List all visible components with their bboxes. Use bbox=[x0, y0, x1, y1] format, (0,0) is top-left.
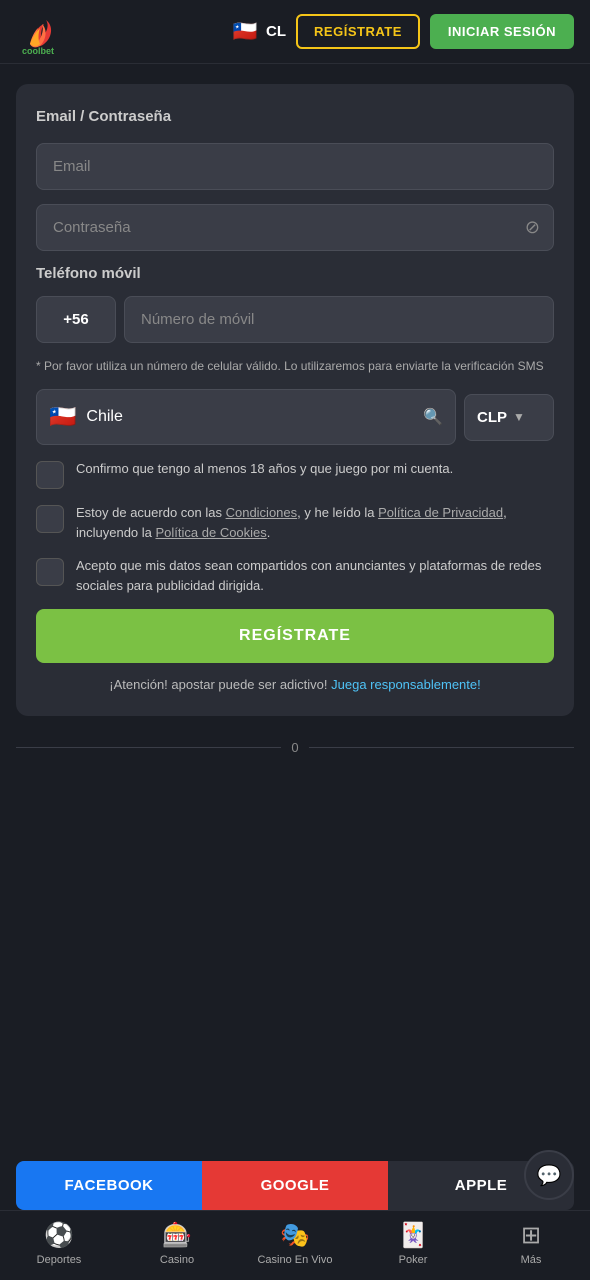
chat-icon: 💬 bbox=[537, 1163, 562, 1188]
nav-item-casino[interactable]: 🎰 Casino bbox=[118, 1221, 236, 1266]
chat-fab-button[interactable]: 💬 bbox=[524, 1150, 574, 1200]
phone-note: * Por favor utiliza un número de celular… bbox=[36, 357, 554, 375]
casino-en-vivo-label: Casino En Vivo bbox=[257, 1254, 332, 1266]
bottom-navigation: ⚽ Deportes 🎰 Casino 🎭 Casino En Vivo 🃏 P… bbox=[0, 1210, 590, 1280]
checkbox-item-data: Acepto que mis datos sean compartidos co… bbox=[36, 556, 554, 595]
currency-select[interactable]: CLP ▼ bbox=[464, 394, 554, 441]
checkbox-data[interactable] bbox=[36, 558, 64, 586]
checkbox-age[interactable] bbox=[36, 461, 64, 489]
email-section: Email / Contraseña bbox=[36, 108, 554, 129]
google-button[interactable]: GOOGLE bbox=[202, 1161, 388, 1210]
nav-item-casino-en-vivo[interactable]: 🎭 Casino En Vivo bbox=[236, 1221, 354, 1266]
facebook-button[interactable]: FACEBOOK bbox=[16, 1161, 202, 1210]
password-input[interactable] bbox=[36, 204, 554, 251]
logo-area: coolbet bbox=[16, 8, 64, 56]
coolbet-logo: coolbet bbox=[16, 8, 64, 56]
header-right: 🇨🇱 CL REGÍSTRATE INICIAR SESIÓN bbox=[230, 14, 574, 49]
checkbox-terms-label: Estoy de acuerdo con las Condiciones, y … bbox=[76, 503, 554, 542]
register-button[interactable]: REGÍSTRATE bbox=[36, 609, 554, 663]
header: coolbet 🇨🇱 CL REGÍSTRATE INICIAR SESIÓN bbox=[0, 0, 590, 64]
toggle-password-icon[interactable]: ⊘ bbox=[525, 217, 540, 238]
phone-section-label: Teléfono móvil bbox=[36, 265, 554, 282]
deportes-icon: ⚽ bbox=[44, 1221, 74, 1250]
casino-label: Casino bbox=[160, 1254, 194, 1266]
phone-row: +56 bbox=[36, 296, 554, 343]
poker-label: Poker bbox=[399, 1254, 428, 1266]
warning-static-text: ¡Atención! apostar puede ser adictivo! bbox=[109, 677, 331, 692]
nav-item-mas[interactable]: ⊞ Más bbox=[472, 1221, 590, 1266]
mas-label: Más bbox=[521, 1254, 542, 1266]
registration-form-card: Email / Contraseña ⊘ Teléfono móvil +56 … bbox=[16, 84, 574, 716]
header-register-button[interactable]: REGÍSTRATE bbox=[296, 14, 420, 49]
email-section-label: Email / Contraseña bbox=[36, 108, 554, 125]
checkbox-age-label: Confirmo que tengo al menos 18 años y qu… bbox=[76, 459, 453, 479]
checkbox-group: Confirmo que tengo al menos 18 años y qu… bbox=[36, 459, 554, 595]
phone-number-input[interactable] bbox=[124, 296, 554, 343]
email-input[interactable] bbox=[36, 143, 554, 190]
nav-item-deportes[interactable]: ⚽ Deportes bbox=[0, 1221, 118, 1266]
country-flag-emoji: 🇨🇱 bbox=[49, 404, 76, 430]
responsible-gambling-link[interactable]: Juega responsablemente! bbox=[331, 677, 481, 692]
deportes-label: Deportes bbox=[37, 1254, 82, 1266]
warning-text: ¡Atención! apostar puede ser adictivo! J… bbox=[36, 677, 554, 692]
nav-item-poker[interactable]: 🃏 Poker bbox=[354, 1221, 472, 1266]
phone-code-box: +56 bbox=[36, 296, 116, 343]
checkbox-data-label: Acepto que mis datos sean compartidos co… bbox=[76, 556, 554, 595]
country-selector[interactable]: 🇨🇱 CL bbox=[230, 17, 286, 47]
divider-value: 0 bbox=[291, 740, 298, 755]
country-flag-icon: 🇨🇱 bbox=[230, 17, 260, 47]
checkbox-item-age: Confirmo que tengo al menos 18 años y qu… bbox=[36, 459, 554, 489]
divider-row: 0 bbox=[16, 732, 574, 763]
currency-text: CLP bbox=[477, 409, 507, 426]
country-search-icon: 🔍 bbox=[423, 407, 443, 427]
checkbox-terms[interactable] bbox=[36, 505, 64, 533]
currency-chevron-icon: ▼ bbox=[513, 410, 525, 424]
password-wrapper: ⊘ bbox=[36, 204, 554, 251]
cookies-link[interactable]: Política de Cookies bbox=[156, 525, 267, 540]
checkbox-item-terms: Estoy de acuerdo con las Condiciones, y … bbox=[36, 503, 554, 542]
divider-line-left bbox=[16, 747, 281, 748]
divider-line-right bbox=[309, 747, 574, 748]
conditions-link[interactable]: Condiciones bbox=[226, 505, 298, 520]
country-code-label: CL bbox=[266, 23, 286, 40]
svg-text:coolbet: coolbet bbox=[22, 46, 54, 56]
casino-icon: 🎰 bbox=[162, 1221, 192, 1250]
country-name-text: Chile bbox=[86, 408, 413, 426]
country-currency-row: 🇨🇱 Chile 🔍 CLP ▼ bbox=[36, 389, 554, 445]
casino-en-vivo-icon: 🎭 bbox=[280, 1221, 310, 1250]
main-content: Email / Contraseña ⊘ Teléfono móvil +56 … bbox=[0, 64, 590, 1145]
poker-icon: 🃏 bbox=[398, 1221, 428, 1250]
header-login-button[interactable]: INICIAR SESIÓN bbox=[430, 14, 574, 49]
social-buttons-section: FACEBOOK GOOGLE APPLE bbox=[0, 1145, 590, 1210]
mas-icon: ⊞ bbox=[521, 1221, 541, 1250]
privacy-link[interactable]: Política de Privacidad bbox=[378, 505, 503, 520]
country-select[interactable]: 🇨🇱 Chile 🔍 bbox=[36, 389, 456, 445]
